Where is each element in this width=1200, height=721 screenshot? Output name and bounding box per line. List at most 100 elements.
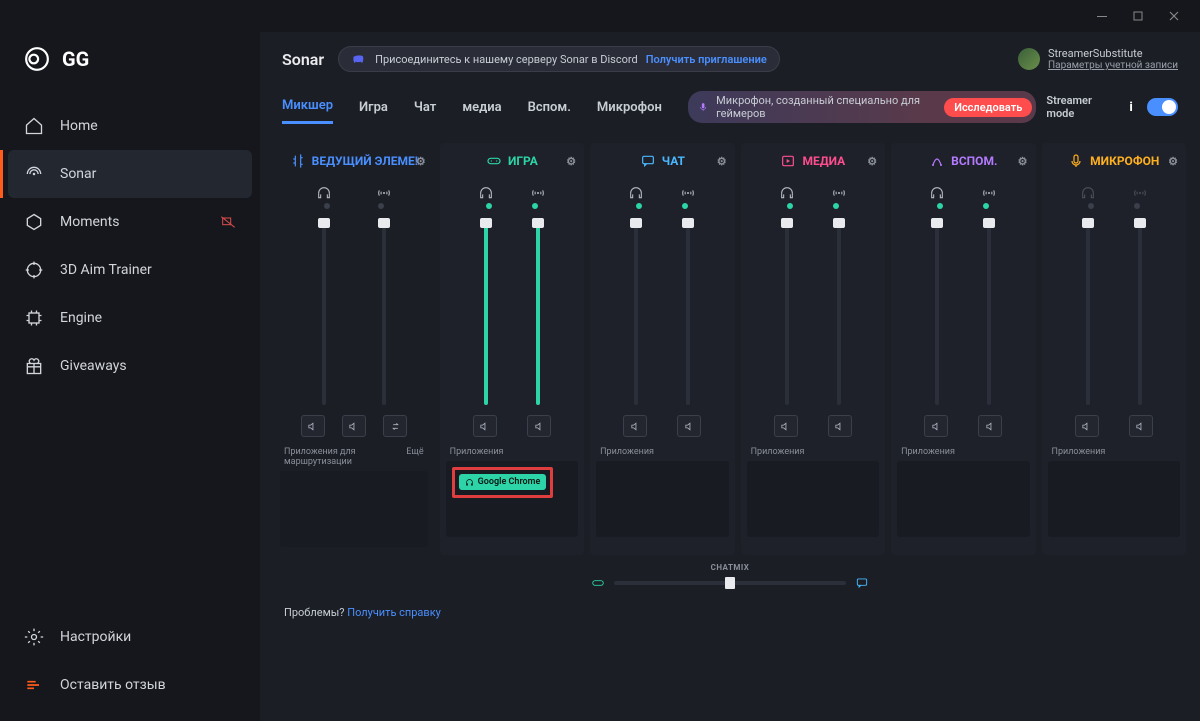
mute-button-1[interactable] bbox=[623, 415, 647, 437]
nav-settings[interactable]: Настройки bbox=[8, 613, 252, 661]
streamer-mode-toggle[interactable] bbox=[1147, 98, 1178, 116]
info-icon[interactable]: i bbox=[1125, 100, 1138, 115]
nav-engine[interactable]: Engine bbox=[8, 294, 252, 342]
promo-pill[interactable]: Микрофон, созданный специально для гейме… bbox=[688, 91, 1037, 123]
output-icons bbox=[590, 181, 734, 203]
channel-gear-icon[interactable]: ⚙ bbox=[566, 155, 576, 168]
mixer: ВЕДУЩИЙ ЭЛЕМЕ! ⚙ Приложения для маршрути… bbox=[260, 125, 1200, 563]
volume-slider-1[interactable] bbox=[1086, 221, 1090, 405]
app-chip[interactable]: Google Chrome bbox=[459, 474, 547, 490]
channel-icon bbox=[486, 153, 502, 169]
tab-aux[interactable]: Вспом. bbox=[528, 92, 571, 123]
volume-slider-2[interactable] bbox=[382, 221, 386, 405]
tab-chat[interactable]: Чат bbox=[414, 92, 436, 123]
nav-sonar[interactable]: Sonar bbox=[8, 150, 252, 198]
nav-feedback[interactable]: Оставить отзыв bbox=[8, 661, 252, 709]
discord-banner[interactable]: Присоединитесь к нашему серверу Sonar в … bbox=[338, 46, 780, 72]
sliders bbox=[590, 215, 734, 405]
apps-box[interactable] bbox=[1048, 461, 1180, 537]
volume-slider-1[interactable] bbox=[634, 221, 638, 405]
chatmix-slider[interactable] bbox=[614, 581, 846, 585]
broadcast-icon[interactable] bbox=[831, 185, 847, 201]
volume-slider-2[interactable] bbox=[536, 221, 540, 405]
volume-slider-2[interactable] bbox=[686, 221, 690, 405]
sonar-icon bbox=[24, 164, 44, 184]
volume-slider-1[interactable] bbox=[484, 221, 488, 405]
volume-slider-2[interactable] bbox=[837, 221, 841, 405]
apps-box[interactable]: Google Chrome bbox=[446, 461, 578, 537]
apps-box[interactable] bbox=[596, 461, 728, 537]
user-chip[interactable]: StreamerSubstitute Параметры учетной зап… bbox=[1018, 47, 1178, 71]
minimize-button[interactable] bbox=[1084, 2, 1120, 30]
mute-button-2[interactable] bbox=[828, 415, 852, 437]
apps-box[interactable] bbox=[280, 471, 428, 547]
mute-button-1[interactable] bbox=[1075, 415, 1099, 437]
channel-header[interactable]: ВЕДУЩИЙ ЭЛЕМЕ! ⚙ bbox=[274, 143, 434, 181]
volume-slider-1[interactable] bbox=[935, 221, 939, 405]
channel-header[interactable]: МЕДИА ⚙ bbox=[741, 143, 885, 181]
mute-button-1[interactable] bbox=[924, 415, 948, 437]
mute-button-1[interactable] bbox=[301, 415, 325, 437]
mute-button-2[interactable] bbox=[1129, 415, 1153, 437]
channel-gear-icon[interactable]: ⚙ bbox=[1018, 155, 1028, 168]
mute-button-2[interactable] bbox=[978, 415, 1002, 437]
channel-gear-icon[interactable]: ⚙ bbox=[867, 155, 877, 168]
tab-media[interactable]: медиа bbox=[462, 92, 501, 123]
broadcast-icon[interactable] bbox=[680, 185, 696, 201]
headphone-icon[interactable] bbox=[316, 185, 332, 201]
headphone-icon[interactable] bbox=[478, 185, 494, 201]
nav-moments[interactable]: Moments bbox=[8, 198, 252, 246]
channel-header[interactable]: ВСПОМ. ⚙ bbox=[891, 143, 1035, 181]
tab-game[interactable]: Игра bbox=[359, 92, 388, 123]
nav-home[interactable]: Home bbox=[8, 102, 252, 150]
app-logo: GG bbox=[0, 32, 260, 96]
tab-mixer[interactable]: Микшер bbox=[282, 90, 333, 124]
nav-3d-aim[interactable]: 3D Aim Trainer bbox=[8, 246, 252, 294]
output-icons bbox=[274, 181, 434, 203]
output-icons bbox=[1042, 181, 1186, 203]
volume-slider-1[interactable] bbox=[322, 221, 326, 405]
streamer-mode-label: Streamer mode bbox=[1046, 94, 1114, 120]
discord-cta[interactable]: Получить приглашение bbox=[646, 53, 767, 66]
broadcast-icon[interactable] bbox=[1132, 185, 1148, 201]
mute-button-2[interactable] bbox=[527, 415, 551, 437]
promo-cta[interactable]: Исследовать bbox=[944, 98, 1032, 117]
mute-button-1[interactable] bbox=[774, 415, 798, 437]
mute-button-2[interactable] bbox=[677, 415, 701, 437]
channel-gear-icon[interactable]: ⚙ bbox=[717, 155, 727, 168]
headphone-icon[interactable] bbox=[628, 185, 644, 201]
swap-button[interactable] bbox=[383, 415, 407, 437]
dot bbox=[532, 203, 538, 209]
nav-giveaways[interactable]: Giveaways bbox=[8, 342, 252, 390]
tab-mic[interactable]: Микрофон bbox=[597, 92, 662, 123]
apps-box[interactable] bbox=[747, 461, 879, 537]
channel-name: ВЕДУЩИЙ ЭЛЕМЕ! bbox=[312, 154, 418, 168]
volume-slider-1[interactable] bbox=[785, 221, 789, 405]
channel-gear-icon[interactable]: ⚙ bbox=[416, 155, 426, 168]
dot bbox=[324, 203, 330, 209]
volume-slider-2[interactable] bbox=[987, 221, 991, 405]
channel-gear-icon[interactable]: ⚙ bbox=[1168, 155, 1178, 168]
broadcast-icon[interactable] bbox=[981, 185, 997, 201]
broadcast-icon[interactable] bbox=[530, 185, 546, 201]
channel-header[interactable]: МИКРОФОН ⚙ bbox=[1042, 143, 1186, 181]
indicator-dots bbox=[274, 203, 434, 215]
user-settings-link[interactable]: Параметры учетной записи bbox=[1048, 60, 1178, 71]
volume-slider-2[interactable] bbox=[1138, 221, 1142, 405]
maximize-button[interactable] bbox=[1120, 2, 1156, 30]
headphone-icon[interactable] bbox=[779, 185, 795, 201]
channel-icon bbox=[290, 153, 306, 169]
headphone-icon[interactable] bbox=[929, 185, 945, 201]
headphone-icon[interactable] bbox=[1080, 185, 1096, 201]
mute-button-2[interactable] bbox=[342, 415, 366, 437]
broadcast-icon[interactable] bbox=[376, 185, 392, 201]
apps-box[interactable] bbox=[897, 461, 1029, 537]
output-icons bbox=[891, 181, 1035, 203]
channel-header[interactable]: ИГРА ⚙ bbox=[440, 143, 584, 181]
close-button[interactable] bbox=[1156, 2, 1192, 30]
more-link[interactable]: Ещё bbox=[406, 447, 423, 467]
channel-mic: МИКРОФОН ⚙ Приложения bbox=[1042, 143, 1186, 555]
mute-button-1[interactable] bbox=[473, 415, 497, 437]
channel-header[interactable]: ЧАТ ⚙ bbox=[590, 143, 734, 181]
help-link[interactable]: Получить справку bbox=[347, 606, 441, 619]
